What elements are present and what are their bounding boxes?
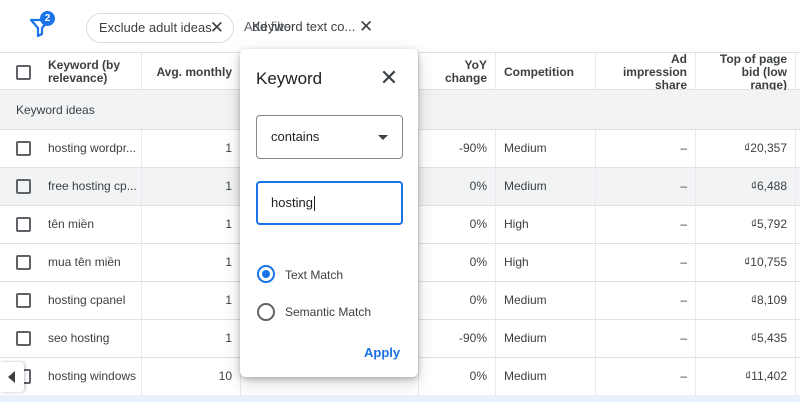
row-checkbox[interactable] — [16, 255, 31, 270]
filter-bar: 2 Exclude adult ideas ✕ Add filter Keywo… — [0, 0, 800, 52]
column-header-avg-monthly[interactable]: Avg. monthly — [142, 53, 241, 91]
cell-yoy-change: 0% — [419, 168, 496, 205]
keyword-text-input-value: hosting — [271, 195, 313, 210]
keyword-filter-dialog: Keyword ✕ contains hosting Text Match Se… — [240, 49, 418, 377]
row-checkbox[interactable] — [16, 217, 31, 232]
cell-competition: High — [496, 244, 596, 281]
cell-avg-monthly: 1 — [142, 206, 241, 243]
column-header-yoy-change[interactable]: YoY change — [419, 53, 496, 91]
cell-avg-monthly: 1 — [142, 282, 241, 319]
row-checkbox[interactable] — [16, 331, 31, 346]
column-header-top-bid-low[interactable]: Top of page bid (low range) — [696, 52, 796, 91]
row-checkbox[interactable] — [16, 293, 31, 308]
row-checkbox[interactable] — [16, 179, 31, 194]
cell-competition: High — [496, 206, 596, 243]
caret-down-icon — [378, 135, 388, 140]
cell-keyword: hosting cpanel — [40, 282, 142, 319]
cell-competition: Medium — [496, 130, 596, 167]
cell-avg-monthly: 1 — [142, 244, 241, 281]
horizontal-scrollbar[interactable] — [0, 395, 800, 402]
cell-competition: Medium — [496, 320, 596, 357]
cell-keyword: seo hosting — [40, 320, 142, 357]
cell-avg-monthly: 1 — [142, 130, 241, 167]
cell-ad-impression-share: – — [596, 282, 696, 319]
column-header-keyword[interactable]: Keyword (by relevance) — [40, 53, 142, 91]
cell-yoy-change: 0% — [419, 282, 496, 319]
text-caret — [313, 196, 315, 212]
cell-top-bid-low: ₫6,488 — [696, 168, 796, 205]
cell-top-bid-low: ₫11,402 — [696, 358, 796, 395]
cell-avg-monthly: 1 — [142, 168, 241, 205]
close-icon[interactable]: ✕ — [210, 14, 224, 42]
chevron-left-icon — [8, 371, 15, 383]
cell-top-bid-low: ₫5,792 — [696, 206, 796, 243]
cell-avg-monthly: 1 — [142, 320, 241, 357]
radio-text-match[interactable] — [257, 265, 275, 283]
radio-label-semantic-match[interactable]: Semantic Match — [285, 305, 371, 319]
cell-yoy-change: 0% — [419, 244, 496, 281]
cell-yoy-change: 0% — [419, 358, 496, 395]
keyword-text-input[interactable]: hosting — [256, 181, 403, 225]
cell-top-bid-low: ₫8,109 — [696, 282, 796, 319]
filter-chip-exclude-adult[interactable]: Exclude adult ideas ✕ — [86, 13, 234, 43]
keyword-planner-page: 2 Exclude adult ideas ✕ Add filter Keywo… — [0, 0, 800, 402]
cell-competition: Medium — [496, 282, 596, 319]
close-icon[interactable]: ✕ — [359, 13, 373, 41]
cell-top-bid-low: ₫10,755 — [696, 244, 796, 281]
radio-label-text-match[interactable]: Text Match — [285, 268, 343, 282]
column-header-ad-impression-share[interactable]: Ad impression share — [596, 52, 696, 91]
cell-keyword: free hosting cp... — [40, 168, 142, 205]
row-checkbox[interactable] — [16, 141, 31, 156]
cell-yoy-change: 0% — [419, 206, 496, 243]
cell-keyword: hosting windows — [40, 358, 142, 395]
operator-select-value: contains — [271, 129, 320, 144]
cell-ad-impression-share: – — [596, 206, 696, 243]
radio-semantic-match[interactable] — [257, 303, 275, 321]
cell-keyword: mua tên miền — [40, 244, 142, 281]
scroll-left-button[interactable] — [0, 362, 24, 392]
cell-avg-monthly: 10 — [142, 358, 241, 395]
filter-count-badge: 2 — [40, 11, 55, 26]
cell-top-bid-low: ₫5,435 — [696, 320, 796, 357]
cell-keyword: hosting wordpr... — [40, 130, 142, 167]
filter-chip-label: Exclude adult ideas — [99, 20, 212, 35]
cell-ad-impression-share: – — [596, 168, 696, 205]
apply-button[interactable]: Apply — [364, 345, 400, 360]
operator-select[interactable]: contains — [256, 115, 403, 159]
dialog-title: Keyword — [256, 69, 323, 88]
select-all-checkbox[interactable] — [16, 65, 31, 80]
close-icon[interactable]: ✕ — [376, 65, 402, 91]
cell-ad-impression-share: – — [596, 320, 696, 357]
cell-competition: Medium — [496, 168, 596, 205]
cell-competition: Medium — [496, 358, 596, 395]
cell-keyword: tên miền — [40, 206, 142, 243]
cell-ad-impression-share: – — [596, 244, 696, 281]
filter-chip-label: Keyword text co... — [252, 19, 356, 34]
filter-chip-keyword-text[interactable]: Add filter Keyword text co... ✕ — [240, 13, 380, 43]
cell-top-bid-low: ₫20,357 — [696, 130, 796, 167]
cell-ad-impression-share: – — [596, 358, 696, 395]
column-header-competition[interactable]: Competition — [496, 53, 596, 91]
cell-yoy-change: -90% — [419, 320, 496, 357]
cell-ad-impression-share: – — [596, 130, 696, 167]
cell-yoy-change: -90% — [419, 130, 496, 167]
